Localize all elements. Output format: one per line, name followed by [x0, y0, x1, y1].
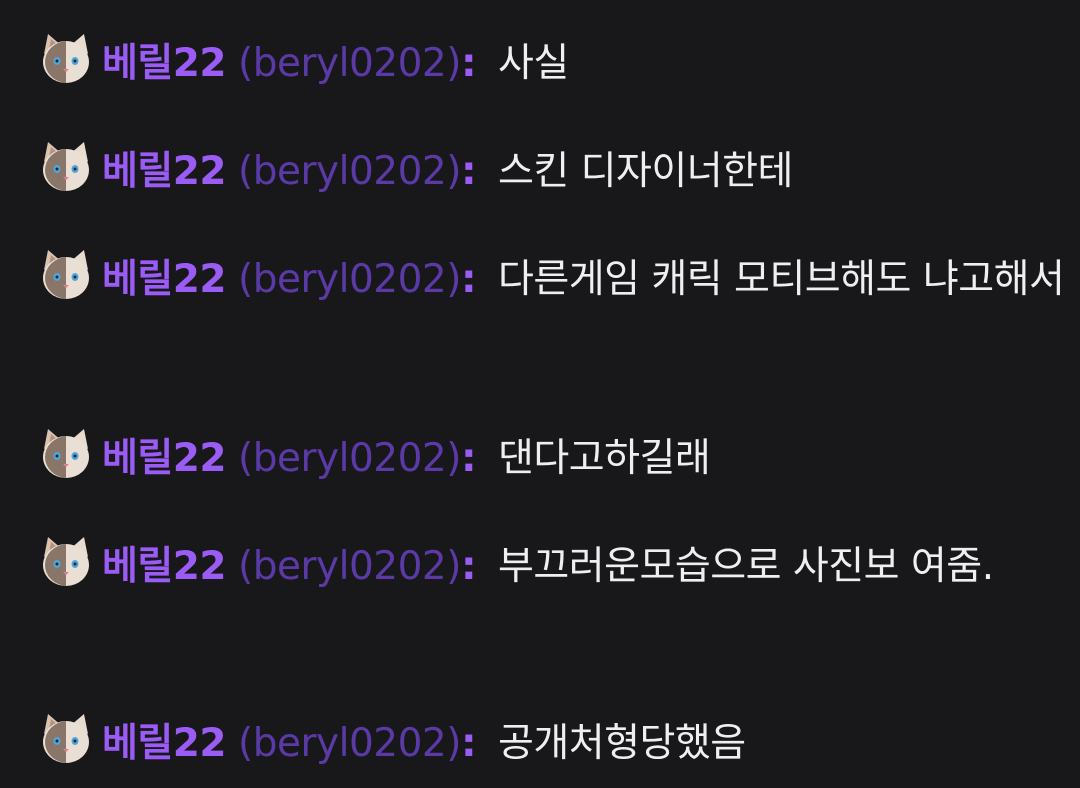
- chat-message: 베릴22 (beryl0202): 스킨 디자이너한테: [36, 128, 1070, 216]
- separator: :: [460, 257, 477, 302]
- message-text: 사실: [497, 41, 569, 86]
- chat-message: 베릴22 (beryl0202): 사실: [36, 20, 1070, 108]
- display-name[interactable]: 베릴22: [102, 41, 227, 86]
- message-text: 다른게임 캐릭 모티브해도 냐고해서: [497, 257, 1065, 302]
- message-text: 댄다고하길래: [497, 436, 711, 481]
- chat-log: 베릴22 (beryl0202): 사실 베릴22 (beryl0202): 스킨 …: [0, 0, 1080, 780]
- message-text: 스킨 디자이너한테: [497, 149, 793, 194]
- login-name[interactable]: (beryl0202): [238, 41, 461, 86]
- separator: :: [460, 149, 477, 194]
- separator: :: [460, 721, 477, 766]
- chat-message: 베릴22 (beryl0202): 부끄러운모습으로 사진보 여줌.: [36, 523, 1070, 611]
- separator: :: [460, 41, 477, 86]
- cat-face-icon[interactable]: [36, 28, 96, 88]
- display-name[interactable]: 베릴22: [102, 436, 227, 481]
- cat-face-icon[interactable]: [36, 423, 96, 483]
- login-name[interactable]: (beryl0202): [238, 149, 461, 194]
- separator: :: [460, 544, 477, 589]
- display-name[interactable]: 베릴22: [102, 257, 227, 302]
- display-name[interactable]: 베릴22: [102, 544, 227, 589]
- separator: :: [460, 436, 477, 481]
- login-name[interactable]: (beryl0202): [238, 436, 461, 481]
- chat-message: 베릴22 (beryl0202): 댄다고하길래: [36, 415, 1070, 503]
- message-text: 공개처형당했음: [497, 721, 746, 766]
- display-name[interactable]: 베릴22: [102, 149, 227, 194]
- login-name[interactable]: (beryl0202): [238, 721, 461, 766]
- cat-face-icon[interactable]: [36, 136, 96, 196]
- message-text: 부끄러운모습으로 사진보 여줌.: [497, 544, 994, 589]
- chat-message: 베릴22 (beryl0202): 공개처형당했음: [36, 700, 1070, 788]
- cat-face-icon[interactable]: [36, 531, 96, 591]
- login-name[interactable]: (beryl0202): [238, 544, 461, 589]
- chat-message: 베릴22 (beryl0202): 다른게임 캐릭 모티브해도 냐고해서: [36, 236, 1070, 324]
- login-name[interactable]: (beryl0202): [238, 257, 461, 302]
- cat-face-icon[interactable]: [36, 244, 96, 304]
- display-name[interactable]: 베릴22: [102, 721, 227, 766]
- cat-face-icon[interactable]: [36, 708, 96, 768]
